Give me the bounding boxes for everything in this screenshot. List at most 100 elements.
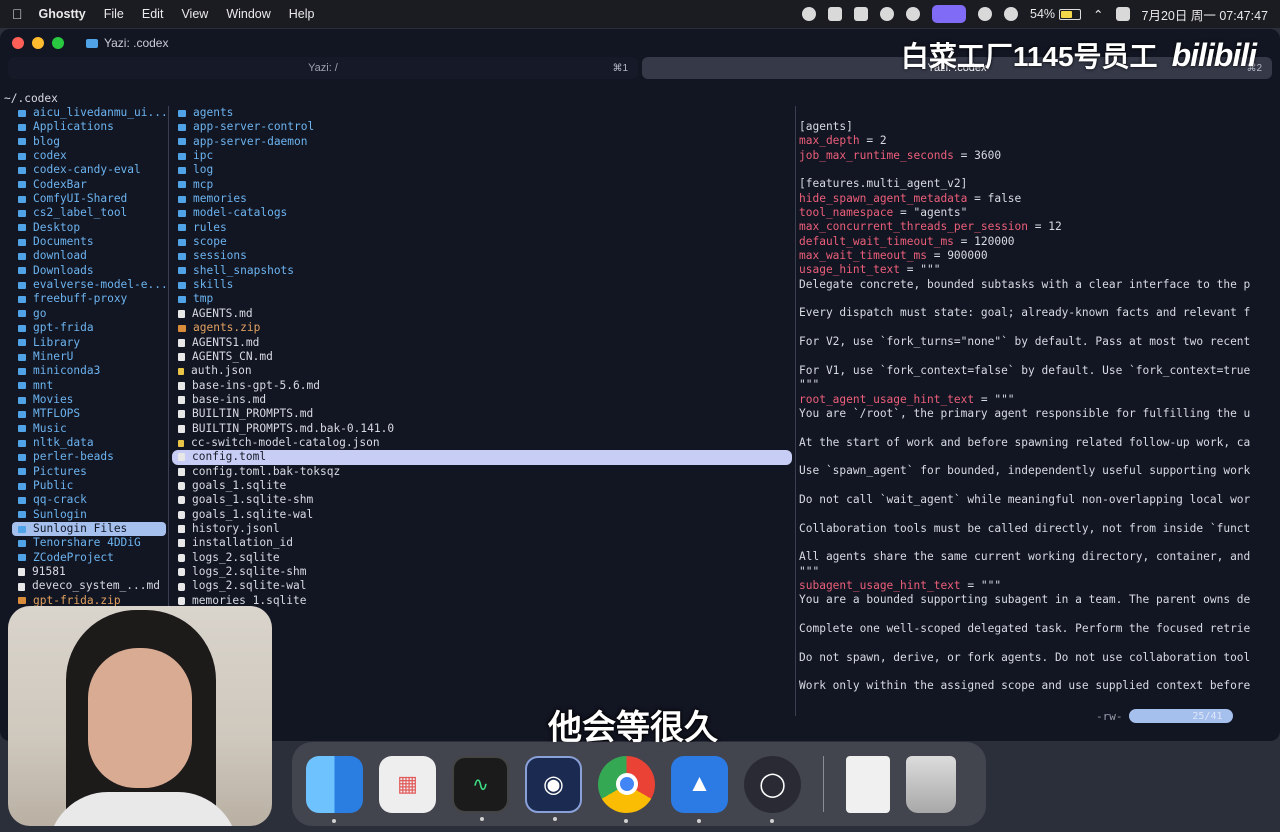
directory-entry[interactable]: scope: [172, 235, 792, 249]
zoom-window-button[interactable]: [52, 37, 64, 49]
dock-trash-icon[interactable]: [906, 755, 956, 813]
file-entry[interactable]: base-ins.md: [172, 393, 792, 407]
directory-entry[interactable]: blog: [12, 135, 166, 149]
directory-entry[interactable]: codex-candy-eval: [12, 163, 166, 177]
menu-app-name[interactable]: Ghostty: [39, 7, 86, 21]
directory-entry[interactable]: rules: [172, 221, 792, 235]
menu-edit[interactable]: Edit: [142, 7, 164, 21]
file-entry[interactable]: BUILTIN_PROMPTS.md: [172, 407, 792, 421]
directory-entry[interactable]: cs2_label_tool: [12, 206, 166, 220]
directory-entry[interactable]: ComfyUI-Shared: [12, 192, 166, 206]
directory-entry[interactable]: aicu_livedanmu_ui...: [12, 106, 166, 120]
menu-help[interactable]: Help: [289, 7, 315, 21]
parent-directory-pane[interactable]: aicu_livedanmu_ui... Applications blog code…: [12, 106, 166, 608]
minus-circle-icon[interactable]: [978, 7, 993, 21]
directory-entry[interactable]: Public: [12, 479, 166, 493]
menu-clock[interactable]: 7月20日 周一 07:47:47: [1142, 5, 1268, 24]
dock-document-icon[interactable]: [846, 755, 890, 813]
close-window-button[interactable]: [12, 37, 24, 49]
directory-entry[interactable]: mnt: [12, 379, 166, 393]
directory-entry[interactable]: freebuff-proxy: [12, 292, 166, 306]
file-entry[interactable]: memories_1.sqlite: [172, 594, 792, 608]
menu-file[interactable]: File: [104, 7, 124, 21]
directory-entry[interactable]: sessions: [172, 249, 792, 263]
file-entry[interactable]: cc-switch-model-catalog.json: [172, 436, 792, 450]
file-entry[interactable]: deveco_system_...md: [12, 579, 166, 593]
file-entry[interactable]: goals_1.sqlite-shm: [172, 493, 792, 507]
status-item-icon[interactable]: [802, 7, 817, 21]
directory-entry[interactable]: evalverse-model-e...: [12, 278, 166, 292]
tab-root[interactable]: Yazi: / ⌘1: [8, 57, 638, 79]
battery-status[interactable]: 54%: [1030, 7, 1082, 21]
directory-entry[interactable]: Pictures: [12, 465, 166, 479]
half-circle-icon[interactable]: [880, 7, 895, 21]
directory-entry[interactable]: app-server-daemon: [172, 135, 792, 149]
directory-entry[interactable]: miniconda3: [12, 364, 166, 378]
file-entry[interactable]: logs_2.sqlite-wal: [172, 579, 792, 593]
directory-entry[interactable]: app-server-control: [172, 120, 792, 134]
directory-entry[interactable]: log: [172, 163, 792, 177]
file-entry[interactable]: logs_2.sqlite-shm: [172, 565, 792, 579]
dock-obs-icon[interactable]: ◯: [744, 755, 801, 823]
directory-entry[interactable]: MinerU: [12, 350, 166, 364]
directory-entry[interactable]: MTFLOPS: [12, 407, 166, 421]
file-entry[interactable]: BUILTIN_PROMPTS.md.bak-0.141.0: [172, 422, 792, 436]
shield-icon[interactable]: [854, 7, 869, 21]
directory-entry[interactable]: Movies: [12, 393, 166, 407]
control-center-icon[interactable]: [1115, 7, 1130, 21]
file-entry[interactable]: AGENTS_CN.md: [172, 350, 792, 364]
directory-entry[interactable]: memories: [172, 192, 792, 206]
directory-entry[interactable]: tmp: [172, 292, 792, 306]
directory-entry[interactable]: nltk_data: [12, 436, 166, 450]
cloud-icon[interactable]: [1004, 7, 1019, 21]
dock-chrome-icon[interactable]: [598, 755, 655, 823]
file-entry[interactable]: base-ins-gpt-5.6.md: [172, 379, 792, 393]
directory-entry[interactable]: Sunlogin: [12, 508, 166, 522]
file-preview-pane[interactable]: [agents] max_depth = 2 job_max_runtime_sec…: [799, 120, 1275, 694]
directory-entry[interactable]: skills: [172, 278, 792, 292]
file-entry[interactable]: AGENTS.md: [172, 307, 792, 321]
file-entry[interactable]: goals_1.sqlite: [172, 479, 792, 493]
directory-entry[interactable]: Tenorshare 4DDiG: [12, 536, 166, 550]
directory-entry[interactable]: shell_snapshots: [172, 264, 792, 278]
menu-view[interactable]: View: [181, 7, 208, 21]
apple-menu-icon[interactable]: : [12, 6, 23, 22]
directory-entry[interactable]: Sunlogin Files: [12, 521, 166, 537]
current-directory-pane[interactable]: agents app-server-control app-server-daemo…: [172, 106, 792, 694]
minimize-window-button[interactable]: [32, 37, 44, 49]
directory-entry[interactable]: ZCodeProject: [12, 551, 166, 565]
script-icon[interactable]: [828, 7, 843, 21]
directory-entry[interactable]: ipc: [172, 149, 792, 163]
palette-icon[interactable]: [906, 7, 921, 21]
file-entry[interactable]: AGENTS1.md: [172, 336, 792, 350]
directory-entry[interactable]: download: [12, 249, 166, 263]
directory-entry[interactable]: Music: [12, 422, 166, 436]
directory-entry[interactable]: Applications: [12, 120, 166, 134]
directory-entry[interactable]: qq-crack: [12, 493, 166, 507]
directory-entry[interactable]: mcp: [172, 178, 792, 192]
directory-entry[interactable]: codex: [12, 149, 166, 163]
directory-entry[interactable]: Documents: [12, 235, 166, 249]
directory-entry[interactable]: Library: [12, 336, 166, 350]
directory-entry[interactable]: go: [12, 307, 166, 321]
file-entry[interactable]: config.toml.bak-toksqz: [172, 465, 792, 479]
directory-entry[interactable]: CodexBar: [12, 178, 166, 192]
menu-window[interactable]: Window: [226, 7, 270, 21]
dock-launchpad-icon[interactable]: ▦: [379, 755, 436, 813]
directory-entry[interactable]: Downloads: [12, 264, 166, 278]
file-entry[interactable]: agents.zip: [172, 321, 792, 335]
directory-entry[interactable]: gpt-frida: [12, 321, 166, 335]
dock-activity-monitor-icon[interactable]: ∿: [452, 755, 509, 821]
dock-keynote-icon[interactable]: ▲: [671, 755, 728, 823]
file-entry[interactable]: auth.json: [172, 364, 792, 378]
directory-entry[interactable]: agents: [172, 106, 792, 120]
file-entry[interactable]: config.toml: [172, 450, 792, 465]
file-entry[interactable]: logs_2.sqlite: [172, 551, 792, 565]
file-entry[interactable]: goals_1.sqlite-wal: [172, 508, 792, 522]
file-entry[interactable]: installation_id: [172, 536, 792, 550]
dock-finder-icon[interactable]: [306, 755, 363, 823]
file-entry[interactable]: 91581: [12, 565, 166, 579]
directory-entry[interactable]: model-catalogs: [172, 206, 792, 220]
file-entry[interactable]: history.jsonl: [172, 522, 792, 536]
directory-entry[interactable]: Desktop: [12, 221, 166, 235]
